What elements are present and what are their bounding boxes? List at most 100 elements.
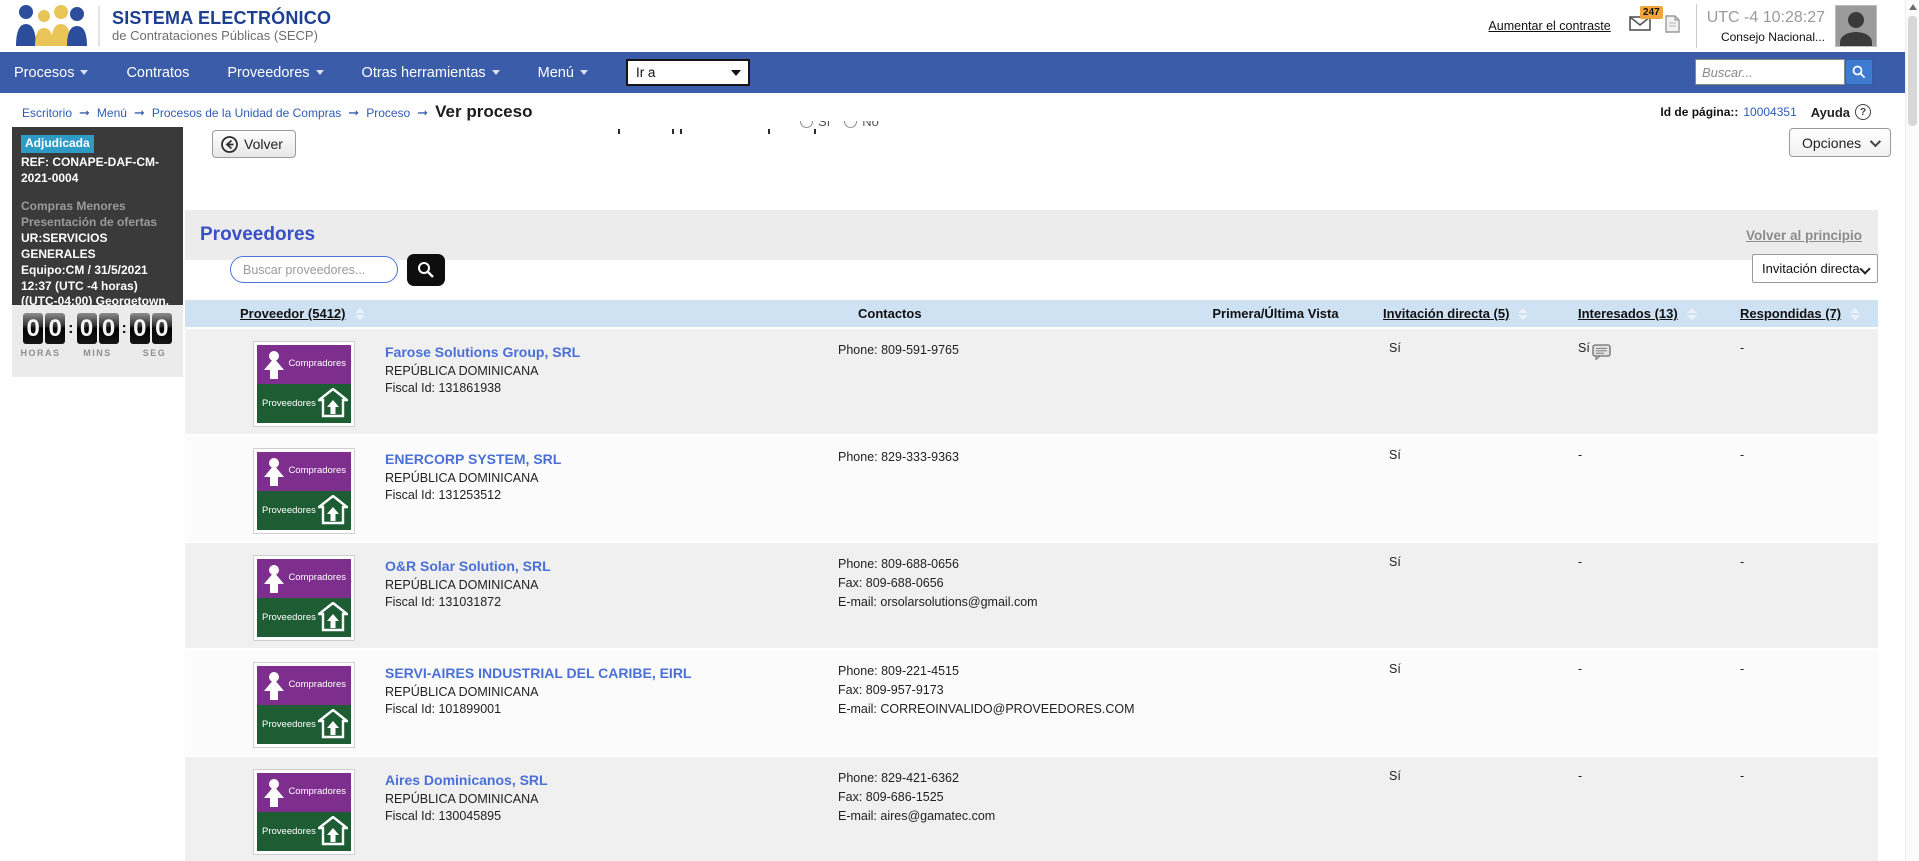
search-icon [1852, 65, 1866, 79]
global-search-input[interactable] [1695, 59, 1845, 85]
provider-name-link[interactable]: Farose Solutions Group, SRL [385, 343, 580, 363]
help-icon[interactable]: ? [1855, 104, 1871, 120]
nav-contratos[interactable]: Contratos [126, 65, 189, 81]
top-header: SISTEMA ELECTRÓNICO de Contrataciones Pú… [0, 0, 1905, 52]
table-row: Compradores Proveedores SERVI-AIRES INDU… [185, 648, 1878, 755]
search-icon [417, 261, 435, 279]
arrow-right-icon: ➞ [417, 105, 428, 121]
responded-value: - [1740, 650, 1878, 755]
col-interesados[interactable]: Interesados (13) [1578, 306, 1740, 321]
document-icon[interactable] [1665, 15, 1680, 38]
col-contactos: Contactos [838, 306, 1168, 321]
provider-name-link[interactable]: O&R Solar Solution, SRL [385, 557, 551, 577]
people-logo-icon [14, 4, 88, 48]
page-title: Ver proceso [435, 102, 532, 122]
nav-otras-herramientas[interactable]: Otras herramientas [362, 65, 500, 81]
scrollbar-thumb[interactable] [1908, 16, 1917, 126]
options-button-label: Opciones [1802, 135, 1861, 151]
process-ref: REF: CONAPE-DAF-CM-2021-0004 [21, 155, 174, 187]
crumb-escritorio[interactable]: Escritorio [22, 106, 72, 120]
radio-yes[interactable] [800, 121, 813, 128]
back-to-top-link[interactable]: Volver al principio [1746, 228, 1862, 243]
nav-procesos[interactable]: Procesos [14, 65, 88, 81]
arrow-right-icon: ➞ [79, 105, 90, 121]
secp-logo [14, 4, 88, 48]
timer-label-hours: HORAS [12, 348, 69, 358]
increase-contrast-link[interactable]: Aumentar el contraste [1488, 19, 1610, 33]
chevron-down-icon [731, 70, 741, 76]
table-row: Compradores Proveedores ENERCORP SYSTEM,… [185, 434, 1878, 541]
process-phase: Presentación de ofertas [21, 215, 174, 231]
nav-proveedores[interactable]: Proveedores [227, 65, 323, 81]
providers-table: Proveedor (5412) Contactos Primera/Últim… [185, 300, 1878, 861]
sort-icon[interactable] [1518, 308, 1528, 320]
global-search-button[interactable] [1845, 59, 1873, 85]
direct-invitation-value: Sí [1383, 329, 1578, 434]
responded-value: - [1740, 329, 1878, 434]
direct-invitation-value: Sí [1383, 757, 1578, 861]
mail-icon[interactable]: 247 [1629, 16, 1651, 36]
buyer-person-icon [261, 778, 287, 808]
brand-subtitle: de Contrataciones Públicas (SECP) [112, 28, 331, 43]
options-button[interactable]: Opciones [1789, 128, 1891, 157]
scroll-up-arrow-icon[interactable] [1909, 4, 1917, 10]
col-proveedor[interactable]: Proveedor (5412) [185, 306, 838, 321]
timer-digit: 0 [99, 313, 119, 344]
arrow-right-icon: ➞ [348, 105, 359, 121]
status-badge: Adjudicada [21, 135, 94, 153]
supplier-house-icon [318, 709, 348, 739]
chevron-down-icon [1870, 135, 1881, 146]
crumb-procesos-unidad[interactable]: Procesos de la Unidad de Compras [152, 106, 341, 120]
provider-name-link[interactable]: SERVI-AIRES INDUSTRIAL DEL CARIBE, EIRL [385, 664, 691, 684]
responded-value: - [1740, 757, 1878, 861]
interested-value: - [1578, 650, 1740, 755]
clipped-radio-group: Sí No [800, 121, 950, 138]
interested-value: Sí [1578, 329, 1740, 434]
sort-icon[interactable] [1850, 308, 1860, 320]
timer-digit: 0 [130, 313, 150, 344]
provider-contacts: Phone: 829-421-6362 Fax: 809-686-1525 E-… [838, 757, 1168, 861]
breadcrumb: Escritorio ➞ Menú ➞ Procesos de la Unida… [22, 102, 532, 122]
help-label: Ayuda [1811, 105, 1850, 120]
invitation-filter-select[interactable]: Invitación directa [1752, 254, 1878, 283]
process-ur: UR:SERVICIOS GENERALES [21, 231, 174, 263]
back-button[interactable]: Volver [212, 130, 296, 158]
table-row: Compradores Proveedores Farose Solutions… [185, 327, 1878, 434]
interested-value: - [1578, 436, 1740, 541]
interested-value: - [1578, 757, 1740, 861]
provider-logo: Compradores Proveedores [253, 341, 355, 427]
page-id-value[interactable]: 10004351 [1743, 105, 1796, 119]
col-respondidas[interactable]: Respondidas (7) [1740, 306, 1878, 321]
col-invitacion-directa[interactable]: Invitación directa (5) [1383, 306, 1578, 321]
crumb-proceso[interactable]: Proceso [366, 106, 410, 120]
chevron-down-icon [1859, 263, 1870, 274]
provider-search-button[interactable] [407, 254, 445, 286]
vertical-scrollbar[interactable] [1905, 0, 1919, 861]
providers-table-header: Proveedor (5412) Contactos Primera/Últim… [185, 300, 1878, 327]
page-id-label: Id de página:: [1660, 105, 1738, 119]
user-avatar[interactable] [1835, 5, 1877, 47]
radio-no[interactable] [844, 121, 857, 128]
buyer-person-icon [261, 671, 287, 701]
chevron-down-icon [80, 70, 88, 75]
comment-bubble-icon[interactable] [1592, 344, 1611, 363]
sort-icon[interactable] [355, 308, 365, 320]
provider-search-input[interactable] [230, 256, 398, 283]
provider-name-link[interactable]: Aires Dominicanos, SRL [385, 771, 548, 791]
goto-select[interactable]: Ir a [626, 59, 750, 86]
utc-clock: UTC -4 10:28:27 [1707, 9, 1825, 27]
table-row: Compradores Proveedores Aires Dominicano… [185, 755, 1878, 861]
provider-logo: Compradores Proveedores [253, 448, 355, 534]
mail-count-badge: 247 [1640, 6, 1663, 19]
direct-invitation-value: Sí [1383, 436, 1578, 541]
supplier-house-icon [318, 816, 348, 846]
timer-digit: 0 [45, 313, 65, 344]
sort-icon[interactable] [1687, 308, 1697, 320]
first-last-view [1168, 543, 1383, 648]
crumb-menu[interactable]: Menú [97, 106, 127, 120]
first-last-view [1168, 436, 1383, 541]
provider-name-link[interactable]: ENERCORP SYSTEM, SRL [385, 450, 561, 470]
nav-menu[interactable]: Menú [538, 65, 588, 81]
radio-no-label: No [862, 121, 879, 129]
provider-contacts: Phone: 809-688-0656 Fax: 809-688-0656 E-… [838, 543, 1168, 648]
